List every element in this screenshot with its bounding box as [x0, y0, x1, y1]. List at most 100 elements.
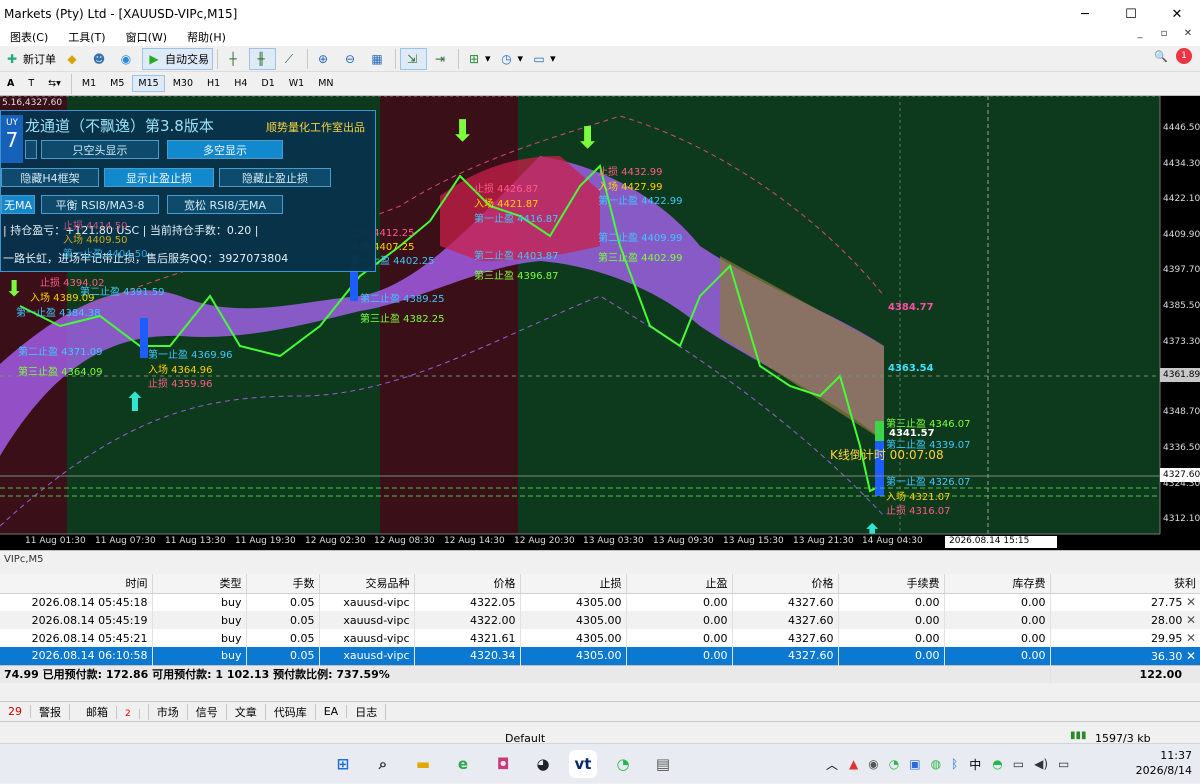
- indicators-button[interactable]: ⊞ ▾: [463, 48, 494, 70]
- table-row[interactable]: 2026.08.14 05:45:19 buy 0.05 xauusd-vipc…: [0, 611, 1200, 629]
- short-only-button[interactable]: 只空头显示: [41, 140, 159, 159]
- col-volume[interactable]: 手数: [246, 574, 320, 594]
- buy-badge[interactable]: UY 7: [1, 115, 23, 163]
- templates-button[interactable]: ▭ ▾: [528, 48, 559, 70]
- tab-articles[interactable]: 文章: [227, 703, 266, 720]
- qq-icon[interactable]: ◕: [529, 750, 557, 778]
- col-profit[interactable]: 获利: [1050, 574, 1200, 594]
- volume-icon[interactable]: ◀): [1029, 757, 1053, 771]
- arrow-tool[interactable]: ⇆▾: [42, 75, 67, 92]
- tray-app-icon[interactable]: ◉: [863, 757, 883, 771]
- chart-tab[interactable]: VIPc,M5: [0, 554, 48, 565]
- child-restore-button[interactable]: ▫: [1152, 28, 1176, 39]
- col-type[interactable]: 类型: [152, 574, 247, 594]
- hide-sl-tp-button[interactable]: 隐藏止盈止损: [219, 168, 331, 187]
- tray-wechat-icon[interactable]: ◔: [884, 757, 904, 771]
- tray-app-icon[interactable]: ◍: [926, 757, 946, 771]
- hide-h4-button[interactable]: 隐藏H4框架: [1, 168, 99, 187]
- calculator-icon[interactable]: ▤: [649, 750, 677, 778]
- minimize-button[interactable]: ─: [1062, 0, 1108, 28]
- tab-journal[interactable]: 日志: [347, 703, 387, 720]
- chart-shift-button[interactable]: ⇥: [429, 48, 454, 70]
- start-button[interactable]: ⊞: [329, 750, 357, 778]
- tab-ea[interactable]: EA: [316, 705, 348, 718]
- child-close-button[interactable]: ✕: [1176, 28, 1200, 39]
- tab-trade-count[interactable]: 29: [0, 705, 31, 718]
- close-position-icon[interactable]: ✕: [1186, 649, 1196, 663]
- col-symbol[interactable]: 交易品种: [319, 574, 415, 594]
- tf-w1[interactable]: W1: [283, 75, 310, 92]
- balance-rsi-button[interactable]: 平衡 RSI8/MA3-8: [41, 195, 159, 214]
- tf-h4[interactable]: H4: [228, 75, 253, 92]
- zoom-in-button[interactable]: ⊕: [312, 48, 337, 70]
- menu-chart[interactable]: 图表(C): [0, 29, 58, 45]
- col-commission[interactable]: 手续费: [838, 574, 945, 594]
- col-swap[interactable]: 库存费: [944, 574, 1051, 594]
- network-icon[interactable]: ▭: [1008, 757, 1029, 771]
- tray-chevron-icon[interactable]: ︿: [820, 756, 844, 773]
- line-chart-button[interactable]: ⟋: [278, 48, 303, 70]
- tf-h1[interactable]: H1: [201, 75, 226, 92]
- child-minimize-button[interactable]: _: [1128, 28, 1152, 39]
- tray-app-icon[interactable]: ▲: [844, 757, 863, 771]
- col-time[interactable]: 时间: [0, 574, 153, 594]
- tester-button[interactable]: ◆: [61, 48, 86, 70]
- people-button[interactable]: ☻: [88, 48, 113, 70]
- search-icon[interactable]: ⌕: [369, 750, 397, 778]
- loose-rsi-button[interactable]: 宽松 RSI8/无MA: [167, 195, 283, 214]
- ime-indicator[interactable]: 中: [963, 756, 987, 773]
- table-row[interactable]: 2026.08.14 05:45:21 buy 0.05 xauusd-vipc…: [0, 629, 1200, 647]
- tf-m30[interactable]: M30: [167, 75, 199, 92]
- system-clock[interactable]: 11:37 2026/8/14: [1136, 748, 1192, 778]
- close-button[interactable]: ✕: [1154, 0, 1200, 28]
- col-sl[interactable]: 止损: [520, 574, 627, 594]
- tf-mn[interactable]: MN: [312, 75, 339, 92]
- table-row[interactable]: 2026.08.14 05:45:18 buy 0.05 xauusd-vipc…: [0, 593, 1200, 611]
- show-sl-tp-button[interactable]: 显示止盈止损: [104, 168, 214, 187]
- tf-d1[interactable]: D1: [255, 75, 280, 92]
- tab-signals[interactable]: 信号: [188, 703, 227, 720]
- bluetooth-icon[interactable]: ᛒ: [946, 757, 963, 771]
- tile-windows-button[interactable]: ▦: [366, 48, 391, 70]
- text-label-tool[interactable]: T: [22, 75, 40, 92]
- menu-tools[interactable]: 工具(T): [58, 29, 115, 45]
- col-open-price[interactable]: 价格: [414, 574, 521, 594]
- tab-mailbox[interactable]: 邮箱 2: [70, 703, 149, 720]
- menu-window[interactable]: 窗口(W): [116, 29, 177, 45]
- auto-trade-button[interactable]: ▶ 自动交易: [142, 47, 213, 70]
- bar-chart-button[interactable]: ┼: [222, 48, 247, 70]
- tab-alerts[interactable]: 警报: [31, 703, 70, 720]
- vt-trader-icon[interactable]: vt: [569, 750, 597, 778]
- text-tool[interactable]: A: [1, 75, 20, 92]
- tray-app-icon[interactable]: ◓: [987, 757, 1007, 771]
- no-ma-button[interactable]: 无MA: [1, 195, 35, 214]
- edge-browser-icon[interactable]: e: [449, 750, 477, 778]
- autoscroll-button[interactable]: ⇲: [400, 47, 427, 70]
- maximize-button[interactable]: ☐: [1108, 0, 1154, 28]
- tab-codebase[interactable]: 代码库: [266, 703, 316, 720]
- tray-app-icon[interactable]: ▣: [904, 757, 925, 771]
- notification-badge[interactable]: 1: [1176, 48, 1192, 64]
- battery-icon[interactable]: ▭: [1053, 757, 1074, 771]
- wechat-icon[interactable]: ◔: [609, 750, 637, 778]
- close-position-icon[interactable]: ✕: [1186, 595, 1196, 609]
- tf-m1[interactable]: M1: [76, 75, 102, 92]
- new-order-button[interactable]: ✚ 新订单: [1, 48, 59, 70]
- col-current-price[interactable]: 价格: [732, 574, 839, 594]
- long-short-button[interactable]: 多空显示: [167, 140, 283, 159]
- globe-button[interactable]: ◉: [115, 48, 140, 70]
- periods-button[interactable]: ◷ ▾: [496, 48, 527, 70]
- menu-help[interactable]: 帮助(H): [177, 29, 236, 45]
- col-tp[interactable]: 止盈: [626, 574, 733, 594]
- panel-blank-button[interactable]: [25, 140, 37, 159]
- app-tile-icon[interactable]: ◘: [489, 750, 517, 778]
- candle-chart-button[interactable]: ╫: [249, 47, 276, 70]
- zoom-out-button[interactable]: ⊖: [339, 48, 364, 70]
- close-position-icon[interactable]: ✕: [1186, 613, 1196, 627]
- tf-m5[interactable]: M5: [104, 75, 130, 92]
- file-explorer-icon[interactable]: ▬: [409, 750, 437, 778]
- search-icon[interactable]: 🔍: [1154, 50, 1168, 63]
- tab-market[interactable]: 市场: [149, 703, 188, 720]
- close-position-icon[interactable]: ✕: [1186, 631, 1196, 645]
- tf-m15[interactable]: M15: [132, 75, 165, 92]
